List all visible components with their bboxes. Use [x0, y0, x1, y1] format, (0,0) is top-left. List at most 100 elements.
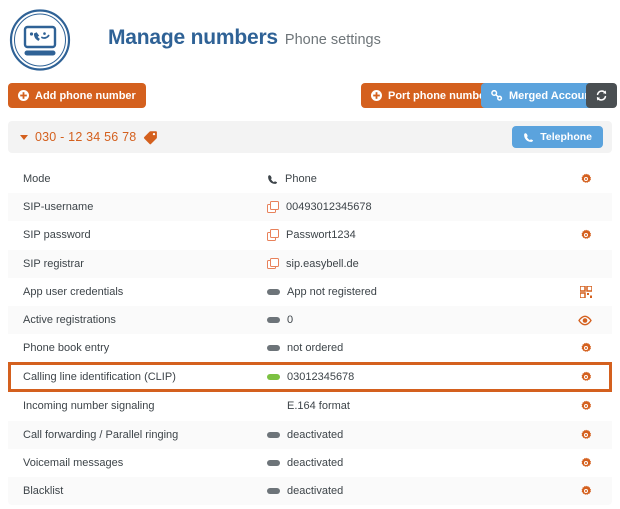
row-value: Phone — [267, 173, 317, 185]
page-title-main: Manage numbers — [108, 26, 278, 50]
row-action — [580, 229, 592, 241]
merged-account-label: Merged Account — [509, 90, 595, 102]
phone-number-bar[interactable]: 030 - 12 34 56 78 Telephone — [8, 121, 612, 153]
row-value: deactivated — [267, 457, 343, 469]
row-value-text: not ordered — [287, 342, 343, 354]
table-row[interactable]: SIP-username00493012345678 — [8, 193, 612, 221]
row-label: Call forwarding / Parallel ringing — [23, 429, 178, 441]
phone-number-label: 030 - 12 34 56 78 — [35, 130, 136, 144]
table-row-highlighted[interactable]: Calling line identification (CLIP)030123… — [8, 362, 612, 392]
row-label: Incoming number signaling — [23, 400, 154, 412]
table-row[interactable]: Voicemail messages deactivated — [8, 449, 612, 477]
table-row[interactable]: Active registrations 0 — [8, 306, 612, 334]
row-value-text: sip.easybell.de — [286, 258, 359, 270]
tag-icon[interactable] — [143, 130, 158, 145]
row-label: Voicemail messages — [23, 457, 123, 469]
plus-circle-icon — [18, 90, 29, 101]
gear-icon[interactable] — [580, 342, 592, 354]
phone-handset-icon — [523, 132, 534, 143]
row-label: Mode — [23, 173, 51, 185]
row-label: Phone book entry — [23, 342, 109, 354]
chevron-down-icon[interactable] — [20, 135, 28, 140]
eye-icon[interactable] — [578, 315, 592, 326]
plus-circle-icon — [371, 90, 382, 101]
row-value-text: Passwort1234 — [286, 229, 356, 241]
row-label: SIP registrar — [23, 258, 84, 270]
table-row[interactable]: Phone book entry not ordered — [8, 334, 612, 362]
row-value-text: 00493012345678 — [286, 201, 372, 213]
row-label: SIP password — [23, 229, 91, 241]
row-action — [580, 400, 592, 412]
computer-phone-logo-icon — [9, 9, 71, 71]
row-label: App user credentials — [23, 286, 123, 298]
port-phone-number-button[interactable]: Port phone number — [361, 83, 499, 108]
toolbar: Add phone number Port phone number Merge… — [0, 83, 620, 112]
row-value-text: 0 — [287, 314, 293, 326]
row-action — [580, 342, 592, 354]
gear-icon[interactable] — [580, 429, 592, 441]
row-value-text: E.164 format — [287, 400, 350, 412]
phone-settings-table: ModePhoneSIP-username00493012345678SIP p… — [8, 165, 612, 505]
row-value-text: deactivated — [287, 485, 343, 497]
qr-code-icon[interactable] — [580, 286, 592, 298]
row-action — [580, 457, 592, 469]
table-row[interactable]: Blacklist deactivated — [8, 477, 612, 505]
phone-handset-icon — [267, 174, 278, 185]
gear-icon[interactable] — [580, 485, 592, 497]
add-phone-number-button[interactable]: Add phone number — [8, 83, 146, 108]
link-icon — [491, 90, 503, 101]
status-pill-inactive — [267, 460, 280, 466]
row-value: sip.easybell.de — [267, 258, 359, 270]
gear-icon[interactable] — [580, 371, 592, 383]
row-value: deactivated — [267, 429, 343, 441]
status-pill-active — [267, 374, 280, 380]
row-value-text: App not registered — [287, 286, 377, 298]
table-row[interactable]: Incoming number signaling E.164 format — [8, 392, 612, 420]
row-value: 03012345678 — [267, 371, 354, 383]
row-action — [580, 286, 592, 298]
gear-icon[interactable] — [580, 173, 592, 185]
row-action — [580, 173, 592, 185]
telephone-button[interactable]: Telephone — [512, 126, 603, 148]
table-row[interactable]: Mode Phone — [8, 165, 612, 193]
table-row[interactable]: SIP password Passwort1234 — [8, 221, 612, 249]
page-title-sub: Phone settings — [285, 32, 381, 48]
status-pill-inactive — [267, 432, 280, 438]
status-pill-inactive — [267, 317, 280, 323]
telephone-label: Telephone — [540, 131, 592, 143]
status-pill-inactive — [267, 345, 280, 351]
row-action — [580, 429, 592, 441]
table-row[interactable]: SIP registrar sip.easybell.de — [8, 250, 612, 278]
row-action — [578, 315, 592, 326]
row-value: App not registered — [267, 286, 377, 298]
phone-number-bar-left[interactable]: 030 - 12 34 56 78 — [20, 121, 158, 153]
gear-icon[interactable] — [580, 400, 592, 412]
row-label: Blacklist — [23, 485, 63, 497]
page-header: Manage numbers Phone settings — [0, 0, 620, 80]
copy-icon[interactable] — [267, 201, 279, 213]
row-value-text: deactivated — [287, 457, 343, 469]
row-value-text: deactivated — [287, 429, 343, 441]
table-row[interactable]: Call forwarding / Parallel ringing deacti… — [8, 421, 612, 449]
row-value: Passwort1234 — [267, 229, 356, 241]
refresh-icon — [595, 89, 608, 102]
row-value: E.164 format — [267, 400, 350, 412]
row-value: 00493012345678 — [267, 201, 372, 213]
row-action — [580, 371, 592, 383]
row-value: deactivated — [267, 485, 343, 497]
row-value-text: Phone — [285, 173, 317, 185]
gear-icon[interactable] — [580, 229, 592, 241]
table-row[interactable]: App user credentials App not registered — [8, 278, 612, 306]
row-value-text: 03012345678 — [287, 371, 354, 383]
status-pill-inactive — [267, 289, 280, 295]
row-action — [580, 485, 592, 497]
row-value: not ordered — [267, 342, 343, 354]
refresh-button[interactable] — [586, 83, 617, 108]
row-label: Active registrations — [23, 314, 116, 326]
page-title: Manage numbers Phone settings — [108, 26, 381, 50]
row-value: 0 — [267, 314, 293, 326]
copy-icon[interactable] — [267, 229, 279, 241]
port-phone-number-label: Port phone number — [388, 90, 489, 102]
gear-icon[interactable] — [580, 457, 592, 469]
copy-icon[interactable] — [267, 258, 279, 270]
